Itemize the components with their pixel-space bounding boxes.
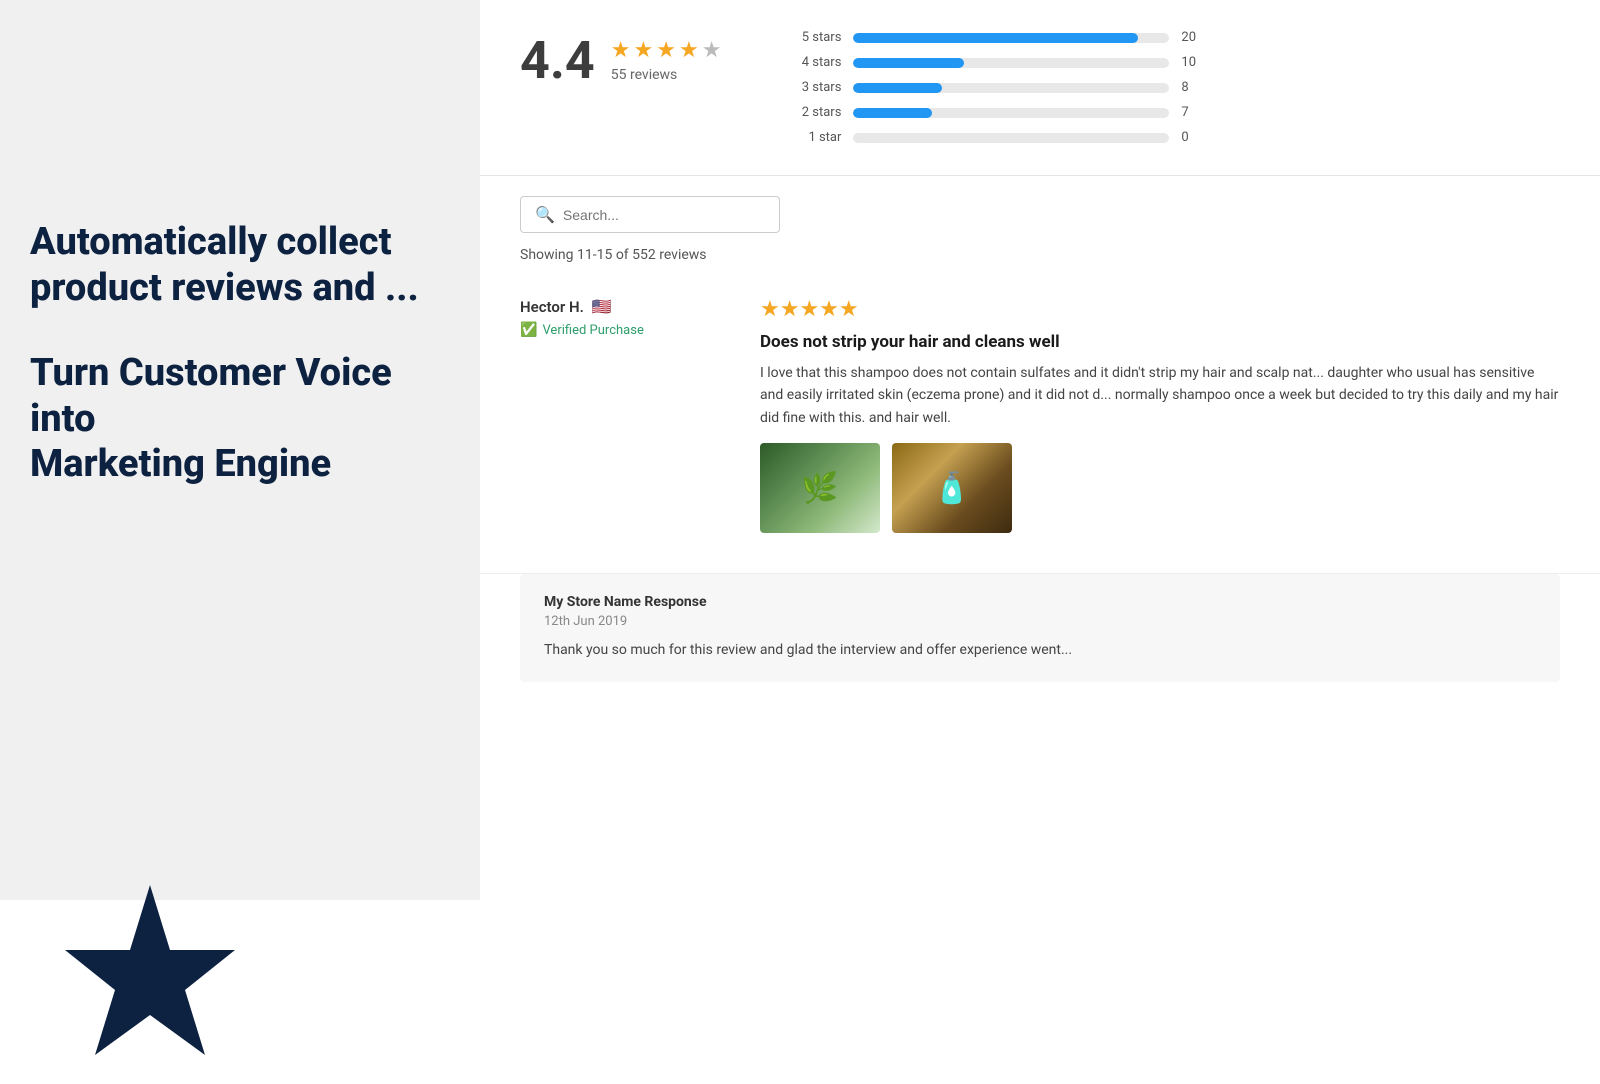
star-4: ★: [679, 38, 699, 63]
bar-row-4: 4 stars 10: [781, 55, 1201, 70]
review-title: Does not strip your hair and cleans well: [760, 332, 1560, 352]
bar-row-2: 2 stars 7: [781, 105, 1201, 120]
product-image-green: 🌿: [760, 443, 880, 533]
rating-score: 4.4: [520, 30, 595, 91]
search-input[interactable]: [563, 207, 765, 223]
heading-marketing: Turn Customer Voice into Marketing Engin…: [30, 351, 450, 488]
right-panel: 4.4 ★ ★ ★ ★ ★ 55 reviews 5 stars 20: [480, 0, 1600, 900]
left-panel: Automatically collect product reviews an…: [0, 0, 480, 900]
bar-count-5: 20: [1181, 30, 1201, 45]
verified-icon: ✅: [520, 322, 537, 338]
star-2: ★: [633, 38, 653, 63]
bar-label-3: 3 stars: [781, 80, 841, 95]
reviewer-info: Hector H. 🇺🇸 ✅ Verified Purchase: [520, 297, 720, 533]
review-item: Hector H. 🇺🇸 ✅ Verified Purchase ★★★★★ D…: [480, 273, 1600, 574]
bar-fill-2: [853, 108, 932, 118]
bar-label-1: 1 star: [781, 130, 841, 145]
store-response-name: My Store Name Response: [544, 594, 1536, 610]
rating-summary: 4.4 ★ ★ ★ ★ ★ 55 reviews 5 stars 20: [480, 0, 1600, 176]
bar-count-4: 10: [1181, 55, 1201, 70]
heading-collect: Automatically collect product reviews an…: [30, 220, 450, 311]
bar-label-2: 2 stars: [781, 105, 841, 120]
rating-big: 4.4 ★ ★ ★ ★ ★ 55 reviews: [520, 30, 721, 91]
search-box[interactable]: 🔍: [520, 196, 780, 233]
bar-fill-4: [853, 58, 964, 68]
bar-count-1: 0: [1181, 130, 1201, 145]
search-section: 🔍 Showing 11-15 of 552 reviews: [480, 176, 1600, 273]
store-response-text: Thank you so much for this review and gl…: [544, 639, 1536, 661]
store-response: My Store Name Response 12th Jun 2019 Tha…: [520, 574, 1560, 681]
bar-label-4: 4 stars: [781, 55, 841, 70]
bar-count-3: 8: [1181, 80, 1201, 95]
bar-track-5: [853, 33, 1169, 43]
star-5-half: ★: [702, 38, 722, 63]
review-images: 🌿 🧴: [760, 443, 1560, 533]
bar-fill-3: [853, 83, 941, 93]
bar-row-1: 1 star 0: [781, 130, 1201, 145]
rating-stars-block: ★ ★ ★ ★ ★ 55 reviews: [611, 38, 722, 83]
product-image-brown: 🧴: [892, 443, 1012, 533]
store-response-date: 12th Jun 2019: [544, 614, 1536, 629]
search-icon: 🔍: [535, 205, 555, 224]
star-3: ★: [656, 38, 676, 63]
bar-row-5: 5 stars 20: [781, 30, 1201, 45]
review-stars: ★★★★★: [760, 297, 1560, 322]
showing-text: Showing 11-15 of 552 reviews: [520, 247, 1560, 263]
stars-display: ★ ★ ★ ★ ★: [611, 38, 722, 63]
bar-track-3: [853, 83, 1169, 93]
bar-row-3: 3 stars 8: [781, 80, 1201, 95]
reviewer-name: Hector H. 🇺🇸: [520, 297, 720, 316]
review-body: I love that this shampoo does not contai…: [760, 362, 1560, 429]
review-header: Hector H. 🇺🇸 ✅ Verified Purchase ★★★★★ D…: [520, 297, 1560, 533]
review-image-2: 🧴: [892, 443, 1012, 533]
bar-label-5: 5 stars: [781, 30, 841, 45]
bar-count-2: 7: [1181, 105, 1201, 120]
review-count-label: 55 reviews: [611, 67, 722, 83]
bar-track-1: [853, 133, 1169, 143]
star-polygon: [65, 885, 235, 1055]
verified-badge: ✅ Verified Purchase: [520, 322, 720, 338]
bar-chart: 5 stars 20 4 stars 10 3 stars 8: [781, 30, 1201, 145]
bar-track-2: [853, 108, 1169, 118]
bar-fill-5: [853, 33, 1137, 43]
review-image-1: 🌿: [760, 443, 880, 533]
bar-track-4: [853, 58, 1169, 68]
star-1: ★: [611, 38, 631, 63]
reviewer-flag: 🇺🇸: [592, 297, 612, 316]
review-content: ★★★★★ Does not strip your hair and clean…: [760, 297, 1560, 533]
